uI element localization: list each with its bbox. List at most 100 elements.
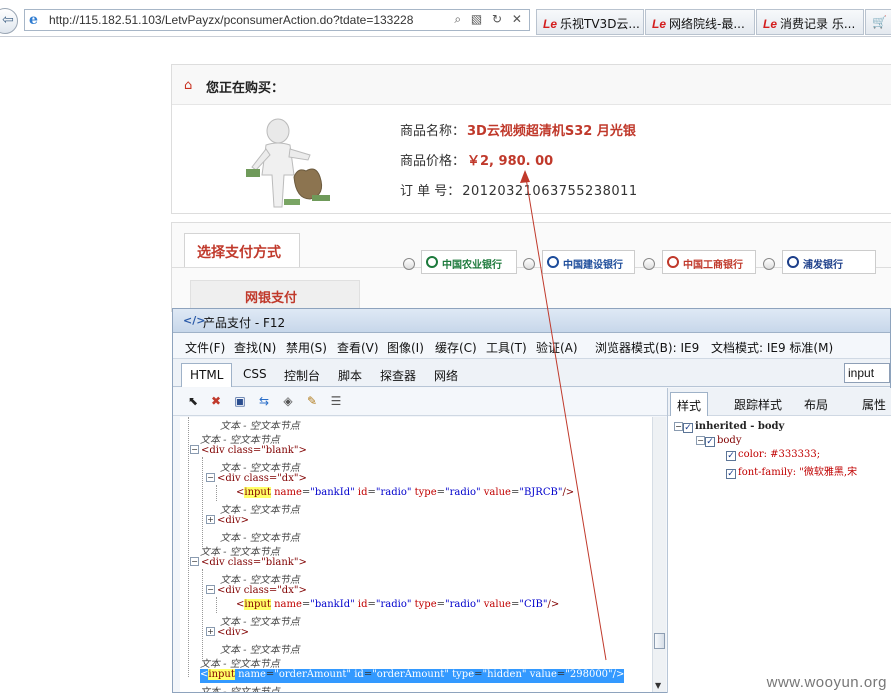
tree-text-node[interactable]: 文本 - 空文本节点 bbox=[200, 431, 280, 446]
checkbox-icon[interactable]: ✓ bbox=[705, 437, 715, 447]
tree-text-node[interactable]: 文本 - 空文本节点 bbox=[220, 641, 300, 656]
bank-radio-3[interactable] bbox=[643, 258, 655, 270]
product-name-row: 商品名称： 3D云视频超清机S32 月光银 bbox=[400, 120, 636, 139]
tree-text-node[interactable]: 文本 - 空文本节点 bbox=[200, 655, 280, 670]
checkbox-icon[interactable]: ✓ bbox=[683, 423, 693, 433]
devtools-search-input[interactable] bbox=[844, 363, 890, 383]
devtools-window: </> 产品支付 - F12 文件(F) 查找(N) 禁用(S) 查看(V) 图… bbox=[172, 308, 891, 693]
tab-label: 乐视TV3D云... bbox=[560, 17, 640, 31]
save-icon[interactable]: ▣ bbox=[232, 393, 248, 409]
bank-option-icbc[interactable]: 中国工商银行 bbox=[662, 250, 756, 274]
tree-div-collapsed-1[interactable]: + <div> bbox=[206, 515, 249, 529]
bank-option-abc[interactable]: 中国农业银行 bbox=[421, 250, 517, 274]
tree-div-dx-2[interactable]: − <div class="dx"> bbox=[206, 585, 307, 599]
tree-text-node[interactable]: 文本 - 空文本节点 bbox=[220, 571, 300, 586]
scroll-down-icon[interactable]: ▼ bbox=[655, 681, 661, 690]
tab-css[interactable]: CSS bbox=[235, 363, 275, 387]
menu-tools[interactable]: 工具(T) bbox=[486, 339, 527, 356]
clear-icon[interactable]: ✖ bbox=[208, 393, 224, 409]
select-element-icon[interactable]: ⬉ bbox=[185, 393, 201, 409]
menu-view[interactable]: 查看(V) bbox=[337, 339, 379, 356]
order-number-label: 订 单 号： bbox=[400, 184, 461, 199]
menu-file[interactable]: 文件(F) bbox=[185, 339, 225, 356]
style-font-prop[interactable]: ✓ font-family: "微软雅黑,宋 bbox=[726, 463, 857, 479]
bank-radio-2[interactable] bbox=[523, 258, 535, 270]
bank-option-spdb[interactable]: 浦发银行 bbox=[782, 250, 876, 274]
netbank-side-item[interactable]: 网银支付 bbox=[190, 280, 360, 310]
menu-document-mode[interactable]: 文档模式: IE9 标准(M) bbox=[711, 339, 833, 356]
devtools-menubar: 文件(F) 查找(N) 禁用(S) 查看(V) 图像(I) 缓存(C) 工具(T… bbox=[173, 333, 890, 359]
menu-find[interactable]: 查找(N) bbox=[234, 339, 276, 356]
menu-browser-mode[interactable]: 浏览器模式(B): IE9 bbox=[595, 339, 699, 356]
payment-method-tab[interactable]: 选择支付方式 bbox=[184, 233, 300, 268]
menu-disable[interactable]: 禁用(S) bbox=[286, 339, 327, 356]
scrollbar-thumb[interactable] bbox=[654, 633, 665, 649]
edit-icon[interactable]: ✎ bbox=[304, 393, 320, 409]
checkbox-icon[interactable]: ✓ bbox=[726, 451, 736, 461]
address-bar[interactable]: e http://115.182.51.103/LetvPayzx/pconsu… bbox=[24, 9, 530, 31]
style-color-prop[interactable]: ✓ color: #333333; bbox=[726, 449, 820, 461]
product-name-value: 3D云视频超清机S32 月光银 bbox=[467, 124, 636, 139]
tree-div-blank-1[interactable]: − <div class="blank"> bbox=[190, 445, 307, 459]
address-tools-icons[interactable]: ⌕ ▧ ↻ ✕ bbox=[454, 12, 525, 27]
tree-text-node[interactable]: 文本 - 空文本节点 bbox=[220, 529, 300, 544]
ie-logo-icon: e bbox=[29, 12, 38, 28]
bank-option-ccb[interactable]: 中国建设银行 bbox=[542, 250, 635, 274]
tab-styles[interactable]: 样式 bbox=[670, 392, 709, 416]
checkbox-icon[interactable]: ✓ bbox=[726, 469, 736, 479]
tab-console[interactable]: 控制台 bbox=[276, 363, 328, 387]
word-wrap-icon[interactable]: ☰ bbox=[328, 393, 344, 409]
browser-tab-2[interactable]: Le 网络院线-最... bbox=[645, 9, 755, 35]
letv-logo-icon: Le bbox=[763, 17, 778, 31]
netbank-label: 网银支付 bbox=[245, 291, 298, 306]
browser-tab-4[interactable]: 🛒 bbox=[865, 9, 891, 35]
tree-text-node[interactable]: 文本 - 空文本节点 bbox=[220, 417, 300, 432]
tree-div-collapsed-2[interactable]: + <div> bbox=[206, 627, 249, 641]
tree-text-node[interactable]: 文本 - 空文本节点 bbox=[200, 683, 280, 692]
devtools-title: 产品支付 - F12 bbox=[203, 316, 286, 330]
refresh-icon[interactable]: ⇆ bbox=[256, 393, 272, 409]
tab-script[interactable]: 脚本 bbox=[330, 363, 370, 387]
bank-name: 中国农业银行 bbox=[442, 260, 502, 271]
style-inherited-row[interactable]: − ✓ inherited - body bbox=[674, 421, 784, 433]
letv-logo-icon: Le bbox=[543, 17, 558, 31]
tree-input-order-amount[interactable]: <input name="orderAmount" id="orderAmoun… bbox=[200, 669, 625, 683]
tree-div-blank-2[interactable]: − <div class="blank"> bbox=[190, 557, 307, 571]
tab-html[interactable]: HTML bbox=[181, 363, 233, 387]
tree-div-dx-1[interactable]: − <div class="dx"> bbox=[206, 473, 307, 487]
tree-text-node[interactable]: 文本 - 空文本节点 bbox=[220, 459, 300, 474]
menu-validate[interactable]: 验证(A) bbox=[536, 339, 578, 356]
tree-text-node[interactable]: 文本 - 空文本节点 bbox=[200, 543, 280, 558]
tree-text-node[interactable]: 文本 - 空文本节点 bbox=[220, 501, 300, 516]
menu-cache[interactable]: 缓存(C) bbox=[435, 339, 477, 356]
menu-images[interactable]: 图像(I) bbox=[387, 339, 424, 356]
tree-input-bankid-bjrcb[interactable]: <input name="bankId" id="radio" type="ra… bbox=[236, 487, 574, 501]
shopper-illustration-icon bbox=[244, 115, 334, 210]
tree-text-node[interactable]: 文本 - 空文本节点 bbox=[220, 613, 300, 628]
html-pane-scrollbar[interactable]: ▼ bbox=[652, 417, 666, 692]
bank-radio-4[interactable] bbox=[763, 258, 775, 270]
address-url[interactable]: http://115.182.51.103/LetvPayzx/pconsume… bbox=[49, 13, 447, 27]
watermark: www.wooyun.org bbox=[766, 674, 887, 691]
bank-name: 中国建设银行 bbox=[563, 260, 623, 271]
tab-attributes[interactable]: 属性 bbox=[856, 392, 891, 416]
purchase-heading: 您正在购买： bbox=[206, 81, 285, 96]
payment-method-tab-label: 选择支付方式 bbox=[197, 245, 281, 261]
order-number-value: 20120321063755238011 bbox=[462, 184, 638, 199]
browser-tab-1[interactable]: Le 乐视TV3D云... bbox=[536, 9, 644, 35]
view-source-icon[interactable]: ◈ bbox=[280, 393, 296, 409]
bank-logo-icon bbox=[667, 256, 679, 268]
tab-profiler[interactable]: 探查器 bbox=[372, 363, 424, 387]
html-tree-pane[interactable]: 文本 - 空文本节点 文本 - 空文本节点 − <div class="blank… bbox=[180, 417, 652, 692]
tab-label: 消费记录 乐... bbox=[780, 17, 856, 31]
browser-tab-3[interactable]: Le 消费记录 乐... bbox=[756, 9, 864, 35]
tab-network[interactable]: 网络 bbox=[426, 363, 466, 387]
tree-input-bankid-cib[interactable]: <input name="bankId" id="radio" type="ra… bbox=[236, 599, 559, 613]
product-price-value: ￥2, 980. 00 bbox=[467, 154, 554, 169]
back-button[interactable]: ⇦ bbox=[0, 8, 18, 34]
product-price-label: 商品价格： bbox=[400, 154, 466, 169]
tab-trace-styles[interactable]: 跟踪样式 bbox=[728, 392, 788, 416]
style-selector-row[interactable]: − ✓ body bbox=[696, 435, 741, 447]
tab-layout[interactable]: 布局 bbox=[798, 392, 834, 416]
bank-radio-1[interactable] bbox=[403, 258, 415, 270]
